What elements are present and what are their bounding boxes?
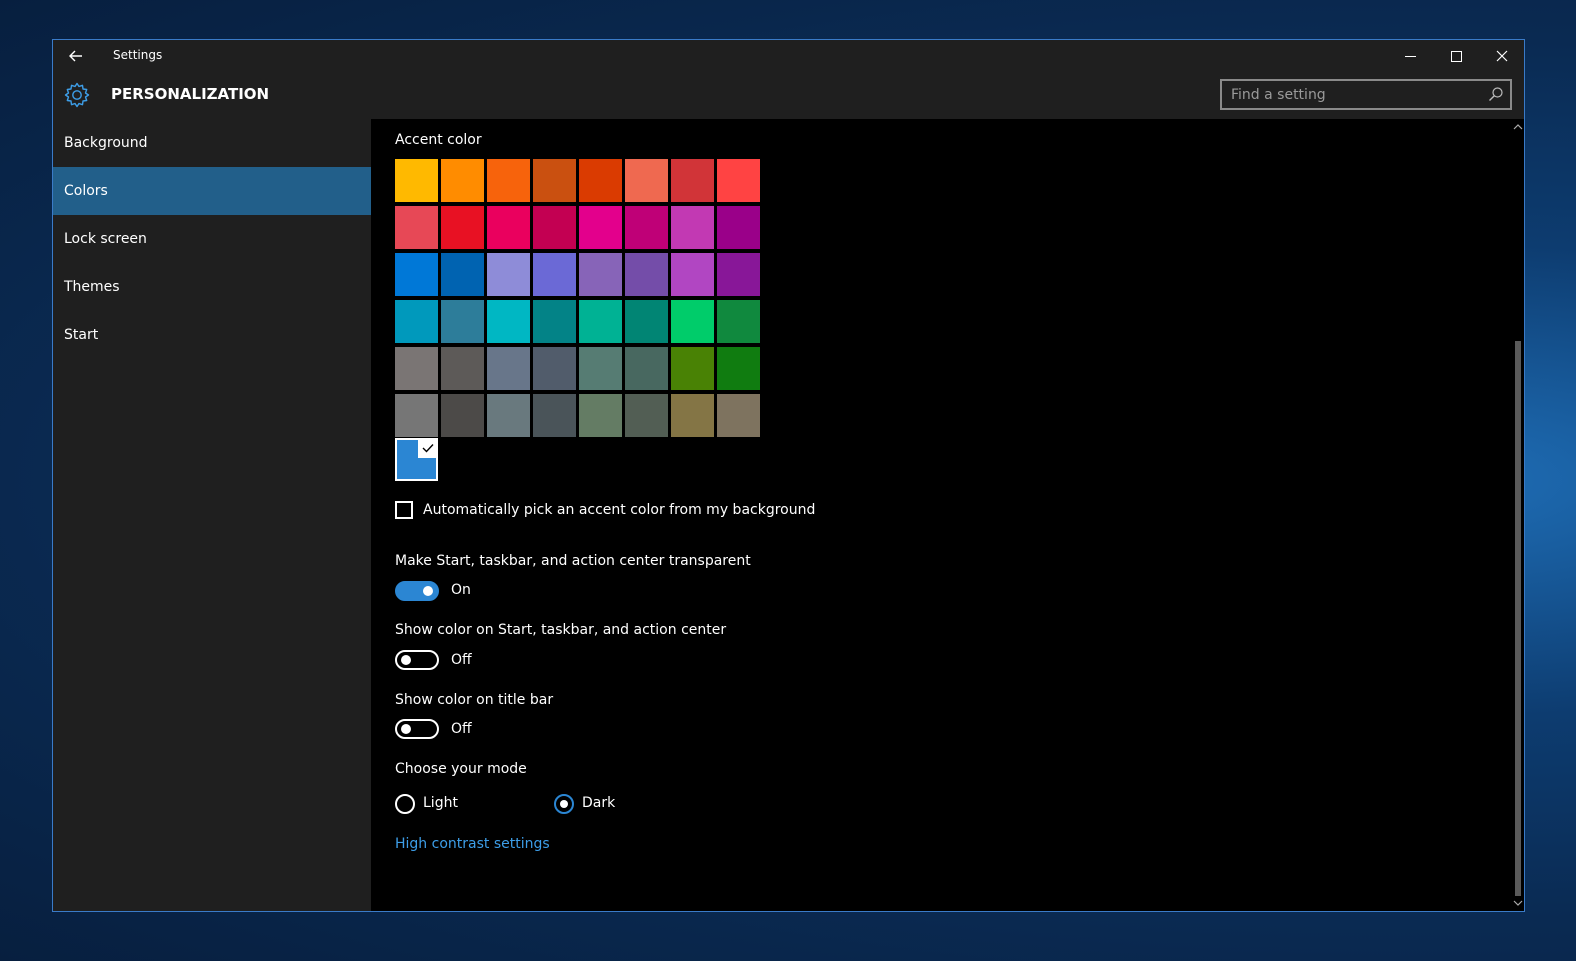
settings-window: Settings PERSONALIZATION Background Colo… (52, 39, 1525, 912)
accent-color-swatch[interactable] (671, 206, 714, 249)
show-color-start-label: Show color on Start, taskbar, and action… (395, 622, 727, 638)
accent-color-swatch[interactable] (441, 206, 484, 249)
sidebar-item-lock-screen[interactable]: Lock screen (53, 215, 371, 263)
accent-color-swatch[interactable] (533, 394, 576, 437)
accent-color-swatch[interactable] (625, 394, 668, 437)
accent-color-swatch[interactable] (717, 159, 760, 202)
transparency-toggle[interactable] (395, 581, 439, 601)
accent-color-swatch[interactable] (671, 253, 714, 296)
search-box[interactable] (1220, 79, 1512, 110)
transparency-state: On (451, 582, 471, 598)
accent-color-swatch[interactable] (579, 206, 622, 249)
accent-color-heading: Accent color (395, 132, 482, 148)
sidebar-item-start[interactable]: Start (53, 311, 371, 359)
accent-color-swatch[interactable] (395, 347, 438, 390)
mode-dark-label: Dark (582, 795, 616, 811)
header-bar: PERSONALIZATION (53, 72, 1524, 119)
accent-color-swatch[interactable] (395, 300, 438, 343)
accent-color-swatch[interactable] (717, 347, 760, 390)
accent-color-swatch[interactable] (441, 300, 484, 343)
accent-color-swatch[interactable] (487, 300, 530, 343)
sidebar-item-background[interactable]: Background (53, 119, 371, 167)
accent-color-swatch[interactable] (625, 159, 668, 202)
sidebar: Background Colors Lock screen Themes Sta… (53, 119, 371, 911)
accent-color-swatch[interactable] (533, 347, 576, 390)
accent-color-swatch[interactable] (579, 159, 622, 202)
accent-color-swatch[interactable] (533, 159, 576, 202)
show-color-titlebar-label: Show color on title bar (395, 692, 554, 708)
accent-color-swatch[interactable] (395, 394, 438, 437)
auto-pick-label: Automatically pick an accent color from … (423, 502, 816, 518)
scroll-down-icon[interactable] (1513, 898, 1523, 908)
close-button[interactable] (1479, 40, 1524, 72)
accent-color-swatch[interactable] (487, 394, 530, 437)
search-icon[interactable] (1488, 86, 1504, 102)
accent-color-swatch[interactable] (487, 347, 530, 390)
mode-light-radio[interactable] (395, 794, 415, 814)
back-arrow-icon (69, 50, 82, 62)
high-contrast-link[interactable]: High contrast settings (395, 836, 550, 852)
accent-color-swatch[interactable] (625, 300, 668, 343)
minimize-button[interactable] (1387, 40, 1433, 72)
accent-color-swatch[interactable] (625, 347, 668, 390)
accent-color-swatch[interactable] (533, 206, 576, 249)
accent-color-swatch[interactable] (717, 206, 760, 249)
show-color-titlebar-state: Off (451, 721, 472, 737)
accent-color-swatch[interactable] (441, 394, 484, 437)
page-title: PERSONALIZATION (111, 85, 270, 103)
accent-color-swatch[interactable] (579, 300, 622, 343)
colors-content: Accent color Automatically pick an accen… (371, 119, 1524, 911)
accent-color-swatch[interactable] (671, 347, 714, 390)
check-icon (418, 438, 438, 458)
sidebar-item-themes[interactable]: Themes (53, 263, 371, 311)
accent-color-swatch[interactable] (717, 300, 760, 343)
accent-color-swatch[interactable] (487, 159, 530, 202)
maximize-icon (1450, 50, 1462, 62)
gear-icon (64, 82, 90, 108)
accent-color-swatch[interactable] (441, 347, 484, 390)
minimize-icon (1404, 55, 1416, 57)
accent-color-swatch[interactable] (717, 394, 760, 437)
show-color-titlebar-toggle[interactable] (395, 719, 439, 739)
scroll-up-icon[interactable] (1513, 122, 1523, 132)
accent-color-swatch[interactable] (717, 253, 760, 296)
accent-color-swatch[interactable] (487, 206, 530, 249)
mode-light-label: Light (423, 795, 458, 811)
accent-color-swatch[interactable] (487, 253, 530, 296)
transparency-label: Make Start, taskbar, and action center t… (395, 553, 751, 569)
back-button[interactable] (63, 44, 89, 68)
accent-color-swatch[interactable] (671, 394, 714, 437)
title-bar: Settings (53, 40, 1524, 72)
auto-pick-checkbox[interactable] (395, 501, 413, 519)
accent-color-swatch[interactable] (579, 253, 622, 296)
scrollbar-thumb[interactable] (1515, 341, 1521, 896)
app-title: Settings (113, 48, 163, 62)
close-icon (1496, 50, 1508, 62)
mode-dark-radio[interactable] (554, 794, 574, 814)
show-color-start-toggle[interactable] (395, 650, 439, 670)
show-color-start-state: Off (451, 652, 472, 668)
accent-color-swatch[interactable] (625, 253, 668, 296)
selected-accent-swatch[interactable] (395, 438, 438, 481)
accent-color-swatch[interactable] (579, 394, 622, 437)
sidebar-item-colors[interactable]: Colors (53, 167, 371, 215)
maximize-button[interactable] (1433, 40, 1479, 72)
accent-color-swatch[interactable] (441, 159, 484, 202)
accent-color-swatch[interactable] (533, 300, 576, 343)
accent-color-swatch[interactable] (395, 159, 438, 202)
accent-color-swatch[interactable] (671, 159, 714, 202)
accent-color-swatch[interactable] (441, 253, 484, 296)
accent-color-swatch[interactable] (625, 206, 668, 249)
scrollbar[interactable] (1512, 119, 1524, 911)
accent-color-swatch[interactable] (671, 300, 714, 343)
search-input[interactable] (1222, 81, 1477, 108)
accent-color-swatch[interactable] (533, 253, 576, 296)
accent-color-swatch[interactable] (395, 253, 438, 296)
accent-color-swatch[interactable] (395, 206, 438, 249)
mode-label: Choose your mode (395, 761, 527, 777)
accent-color-swatch[interactable] (579, 347, 622, 390)
